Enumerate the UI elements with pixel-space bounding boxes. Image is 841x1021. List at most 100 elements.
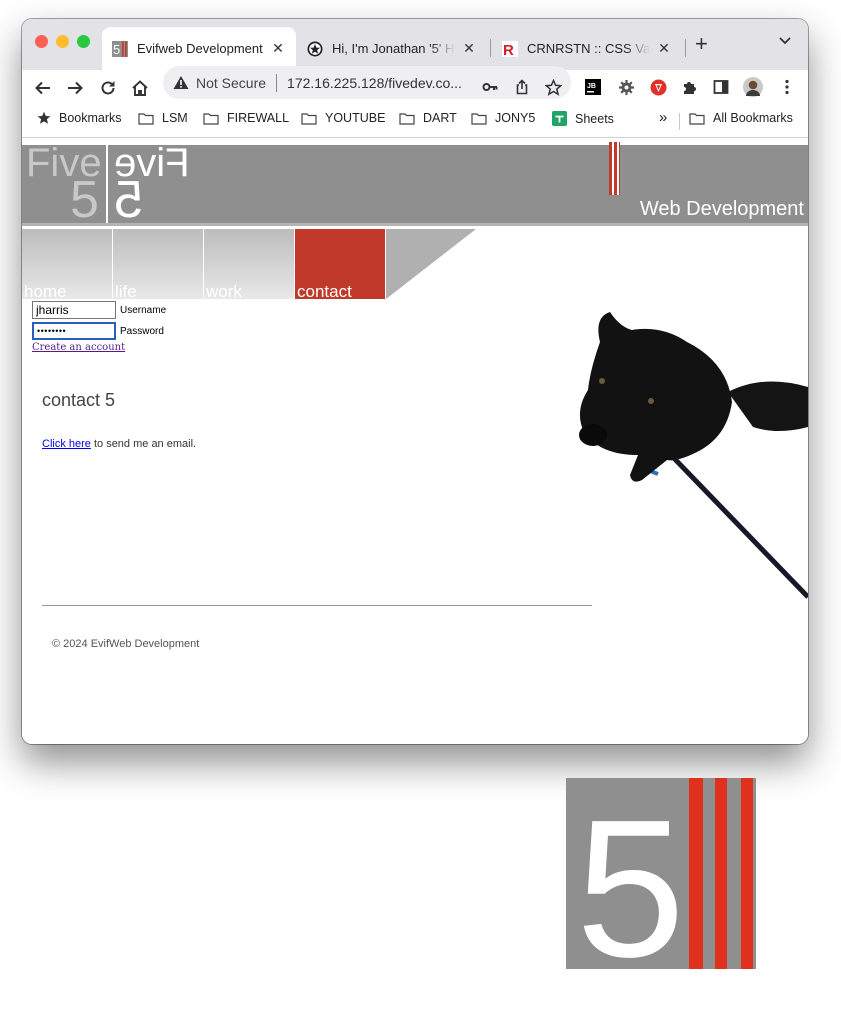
folder-icon: [203, 112, 219, 125]
bookmarks-overflow-button[interactable]: »: [659, 109, 667, 126]
security-label[interactable]: Not Secure: [196, 75, 266, 91]
close-tab-icon[interactable]: ✕: [461, 40, 477, 57]
bookmark-label: FIREWALL: [227, 111, 290, 125]
logo-divider: [106, 142, 108, 223]
svg-text:R: R: [503, 42, 514, 57]
tab-search-chevron-icon[interactable]: [778, 33, 792, 52]
email-link[interactable]: Click here: [42, 438, 91, 450]
bookmarks-divider: [679, 113, 680, 130]
omnibox-divider: [276, 73, 278, 92]
vpn-shield-icon[interactable]: [648, 77, 668, 97]
zoom-window-button[interactable]: [77, 35, 90, 48]
close-tab-icon[interactable]: ✕: [656, 40, 672, 57]
bookmark-dart[interactable]: DART: [399, 111, 457, 125]
sheets-icon: [552, 111, 567, 126]
nav-label: home: [24, 282, 67, 299]
browser-window: 5 Evifweb Development ✕ Hi, I'm Jonathan…: [22, 19, 808, 744]
forward-arrow-icon[interactable]: [64, 77, 86, 99]
tab-separator: [685, 39, 686, 57]
five-brand-logo: 5: [566, 778, 756, 969]
password-input[interactable]: [32, 322, 116, 340]
new-tab-button[interactable]: +: [695, 33, 708, 55]
tab-evifweb[interactable]: 5 Evifweb Development ✕: [102, 27, 296, 70]
url-text[interactable]: 172.16.225.128/fivedev.co...: [287, 75, 462, 91]
bookmark-label: DART: [423, 111, 457, 125]
browser-toolbar: Not Secure 172.16.225.128/fivedev.co... …: [22, 66, 808, 106]
address-bar[interactable]: Not Secure 172.16.225.128/fivedev.co...: [163, 66, 571, 99]
banner-red-stripes: [609, 142, 620, 195]
site-tagline: Web Development: [639, 198, 804, 220]
site-banner: Five Five 5 5 Web Development: [22, 141, 808, 229]
logo-digit: 5: [70, 171, 99, 229]
window-controls: [35, 35, 90, 48]
footer-copyright: © 2024 EvifWeb Development: [52, 638, 200, 650]
reload-icon[interactable]: [97, 77, 119, 99]
nav-home[interactable]: home: [22, 229, 113, 299]
nav-contact[interactable]: contact: [295, 229, 386, 299]
five-logo-icon: 5: [112, 40, 128, 57]
bookmark-jony5[interactable]: JONY5: [471, 111, 535, 125]
home-icon[interactable]: [129, 77, 151, 99]
bookmark-firewall[interactable]: FIREWALL: [203, 111, 289, 125]
nav-life[interactable]: life: [113, 229, 204, 299]
page-viewport: Five Five 5 5 Web Development home life …: [22, 138, 808, 744]
bookmark-label: JONY5: [495, 111, 536, 125]
login-form: Username Password Create an account: [32, 301, 166, 353]
profile-avatar-icon[interactable]: [743, 77, 763, 97]
tab-jonathan[interactable]: Hi, I'm Jonathan '5' Harris ✕: [297, 27, 487, 70]
page-title: contact 5: [42, 390, 116, 410]
svg-text:JB: JB: [587, 83, 596, 90]
puzzle-extensions-icon[interactable]: [679, 77, 699, 97]
minimize-window-button[interactable]: [56, 35, 69, 48]
nav-label: contact: [297, 282, 352, 299]
nav-label: life: [115, 282, 137, 299]
folder-icon: [301, 112, 317, 125]
bookmarks-bar: Bookmarks LSM FIREWALL YOUTUBE DART JONY…: [22, 106, 808, 138]
bookmark-label: Sheets: [575, 111, 614, 126]
all-bookmarks-button[interactable]: All Bookmarks: [689, 111, 793, 125]
folder-icon: [399, 112, 415, 125]
close-tab-icon[interactable]: ✕: [270, 40, 286, 57]
folder-icon: [138, 112, 154, 125]
email-text: to send me an email.: [90, 438, 197, 450]
username-label: Username: [120, 304, 167, 316]
bookmark-bookmarks[interactable]: Bookmarks: [37, 111, 122, 125]
key-icon[interactable]: [480, 77, 500, 97]
bookmark-star-icon[interactable]: [543, 77, 563, 97]
warning-triangle-icon[interactable]: [173, 75, 189, 90]
bookmark-label: LSM: [162, 111, 188, 125]
bookmark-sheets[interactable]: Sheets: [552, 111, 614, 126]
email-line: Click here to send me an email.: [42, 438, 196, 450]
nav-work[interactable]: work: [204, 229, 295, 299]
tab-title: Evifweb Development: [137, 41, 263, 56]
r-logo-icon: R: [502, 40, 518, 57]
password-label: Password: [120, 325, 164, 337]
nav-decoration: [386, 229, 476, 299]
bookmark-label: YOUTUBE: [325, 111, 386, 125]
footer-divider: [42, 605, 592, 606]
jetbrains-extension-icon[interactable]: JB: [583, 77, 603, 97]
close-window-button[interactable]: [35, 35, 48, 48]
svg-text:5: 5: [576, 779, 685, 969]
browser-menu-icon[interactable]: [777, 77, 797, 97]
bookmark-lsm[interactable]: LSM: [138, 111, 188, 125]
folder-icon: [689, 112, 705, 125]
tab-strip: 5 Evifweb Development ✕ Hi, I'm Jonathan…: [22, 19, 808, 70]
username-input[interactable]: [32, 301, 116, 319]
gear-extension-icon[interactable]: [616, 77, 636, 97]
logo-mirrored-digit: 5: [114, 171, 143, 229]
folder-icon: [471, 112, 487, 125]
svg-text:5: 5: [113, 42, 120, 57]
bookmark-youtube[interactable]: YOUTUBE: [301, 111, 385, 125]
create-account-link[interactable]: Create an account: [32, 342, 166, 353]
star-icon: [37, 111, 51, 125]
all-bookmarks-label: All Bookmarks: [713, 111, 793, 125]
share-icon[interactable]: [512, 77, 532, 97]
dog-image: [579, 312, 808, 599]
back-arrow-icon[interactable]: [32, 77, 54, 99]
bookmark-label: Bookmarks: [59, 111, 122, 125]
tab-crnrstn[interactable]: R CRNRSTN :: CSS Validator ✕: [492, 27, 682, 70]
tab-separator: [490, 39, 491, 57]
side-panel-icon[interactable]: [711, 77, 731, 97]
star-badge-icon: [307, 41, 323, 57]
